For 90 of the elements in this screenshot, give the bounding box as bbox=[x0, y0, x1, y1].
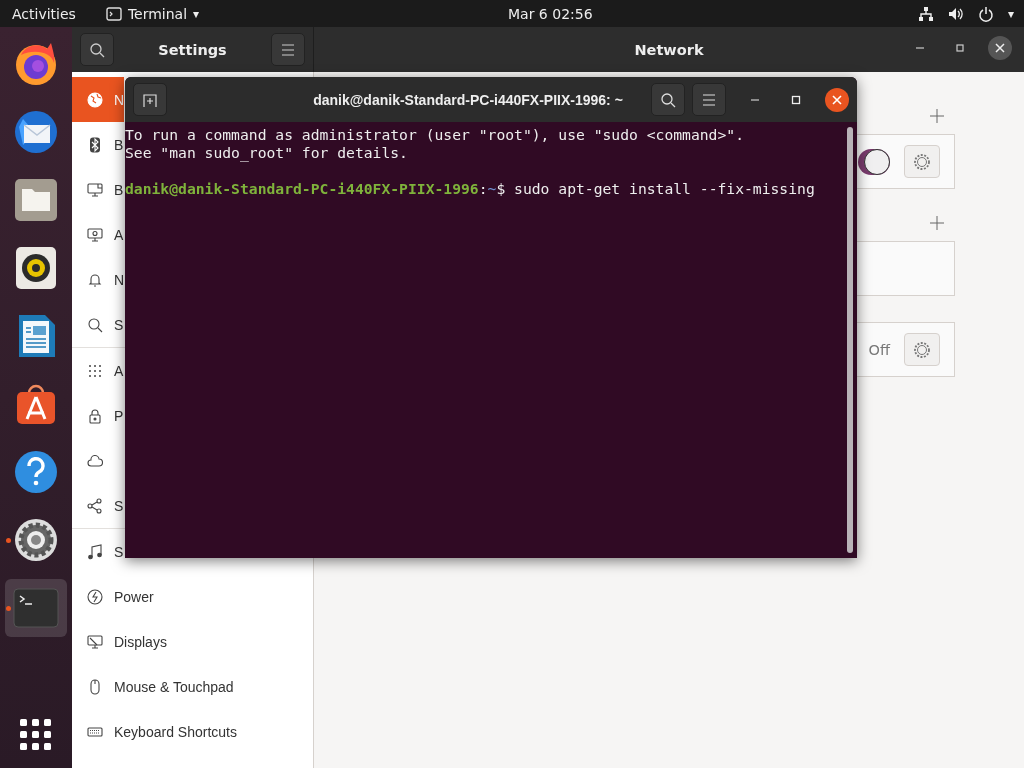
help-icon bbox=[13, 449, 59, 495]
background-icon bbox=[87, 181, 103, 198]
sidebar-label: B bbox=[114, 181, 124, 198]
settings-button[interactable] bbox=[904, 145, 940, 178]
search-button[interactable] bbox=[80, 33, 114, 66]
clock[interactable]: Mar 6 02:56 bbox=[508, 5, 593, 22]
search-icon bbox=[660, 91, 676, 108]
sidebar-item[interactable]: B bbox=[72, 167, 124, 212]
menu-button[interactable] bbox=[271, 33, 305, 66]
mouse-icon bbox=[87, 678, 103, 695]
sidebar-label: P bbox=[114, 407, 124, 424]
caret-icon[interactable]: ▾ bbox=[1007, 6, 1014, 21]
terminal-line: See "man sudo_root" for details. bbox=[125, 144, 408, 162]
plus-icon bbox=[930, 109, 944, 123]
gear-icon bbox=[913, 340, 931, 359]
activities-button[interactable]: Activities bbox=[12, 5, 76, 22]
close-icon bbox=[832, 94, 842, 105]
sidebar-label: S bbox=[114, 316, 124, 333]
sidebar-item[interactable]: A bbox=[72, 348, 124, 393]
app-grid-icon[interactable] bbox=[20, 719, 52, 751]
close-icon bbox=[995, 43, 1005, 53]
bluetooth-icon bbox=[87, 136, 103, 153]
sidebar-label: A bbox=[114, 226, 124, 243]
sidebar-item[interactable]: S bbox=[72, 302, 124, 347]
sidebar-item[interactable]: Power bbox=[72, 574, 154, 619]
fox-globe-icon bbox=[13, 41, 59, 87]
sidebar-item[interactable]: S bbox=[72, 529, 124, 574]
sidebar-label: Keyboard Shortcuts bbox=[114, 723, 237, 740]
terminal-icon bbox=[105, 6, 122, 21]
status-text: Off bbox=[868, 341, 890, 358]
sidebar-label: Power bbox=[114, 588, 154, 605]
close-button[interactable] bbox=[825, 87, 849, 112]
sidebar-item[interactable]: B bbox=[72, 122, 124, 167]
sidebar-label: Mouse & Touchpad bbox=[114, 678, 234, 695]
maximize-icon bbox=[791, 94, 801, 105]
minimize-icon bbox=[915, 47, 925, 49]
new-tab-icon bbox=[142, 91, 158, 108]
search-button[interactable] bbox=[651, 83, 685, 116]
terminal-line: To run a command as administrator (user "root"), use "sudo <command>". bbox=[125, 126, 744, 144]
globe-icon bbox=[87, 91, 103, 108]
settings-title: Settings bbox=[158, 41, 227, 58]
sidebar-label: A bbox=[114, 362, 124, 379]
gear-icon bbox=[13, 517, 59, 563]
sidebar-item[interactable]: P bbox=[72, 393, 124, 438]
minimize-icon bbox=[750, 98, 760, 101]
cloud-icon bbox=[87, 452, 103, 469]
folder-icon bbox=[13, 177, 59, 223]
scrollbar[interactable] bbox=[847, 127, 853, 553]
sidebar-item[interactable]: N bbox=[72, 77, 125, 122]
menu-icon bbox=[702, 93, 716, 106]
maximize-icon bbox=[955, 43, 965, 53]
lock-icon bbox=[87, 407, 103, 424]
sidebar-item[interactable]: N bbox=[72, 257, 125, 302]
app-menu[interactable]: Terminal ▾ bbox=[105, 5, 200, 22]
panel-title: Network bbox=[634, 41, 704, 58]
grid-icon bbox=[87, 362, 103, 379]
sidebar-label: S bbox=[114, 543, 124, 560]
sidebar-item[interactable]: Keyboard Shortcuts bbox=[72, 709, 237, 754]
settings-button[interactable] bbox=[904, 333, 940, 366]
sidebar-item[interactable]: S bbox=[72, 483, 124, 528]
sidebar-label: B bbox=[114, 136, 124, 153]
speaker-icon bbox=[13, 245, 59, 291]
menu-icon bbox=[281, 43, 295, 56]
power-icon bbox=[87, 588, 103, 605]
sidebar-label: S bbox=[114, 497, 124, 514]
appearance-icon bbox=[87, 226, 103, 243]
gear-icon bbox=[913, 152, 931, 171]
window-title: danik@danik-Standard-PC-i440FX-PIIX-1996: ~ bbox=[313, 91, 623, 108]
toggle-switch[interactable] bbox=[858, 148, 890, 175]
terminal-prompt: danik@danik-Standard-PC-i440FX-PIIX-1996:~$ sudo apt-get install --fix-missing bbox=[125, 180, 815, 198]
plus-icon bbox=[930, 216, 944, 230]
share-icon bbox=[87, 497, 103, 514]
power-icon[interactable] bbox=[977, 5, 994, 22]
sidebar-item[interactable]: A bbox=[72, 212, 124, 257]
sidebar-label: N bbox=[114, 91, 125, 108]
sidebar-item[interactable]: Mouse & Touchpad bbox=[72, 664, 234, 709]
new-tab-button[interactable] bbox=[133, 83, 167, 116]
close-button[interactable] bbox=[988, 36, 1012, 60]
terminal-icon bbox=[13, 588, 59, 628]
menu-button[interactable] bbox=[692, 83, 726, 116]
sidebar-item[interactable]: Displays bbox=[72, 619, 167, 664]
sidebar-label: Displays bbox=[114, 633, 167, 650]
bell-icon bbox=[87, 271, 103, 288]
mail-icon bbox=[13, 109, 59, 155]
music-icon bbox=[87, 543, 103, 560]
search-icon bbox=[87, 316, 103, 333]
search-icon bbox=[89, 41, 105, 58]
display-icon bbox=[87, 633, 103, 650]
sidebar-label: N bbox=[114, 271, 125, 288]
network-icon[interactable] bbox=[917, 5, 934, 22]
